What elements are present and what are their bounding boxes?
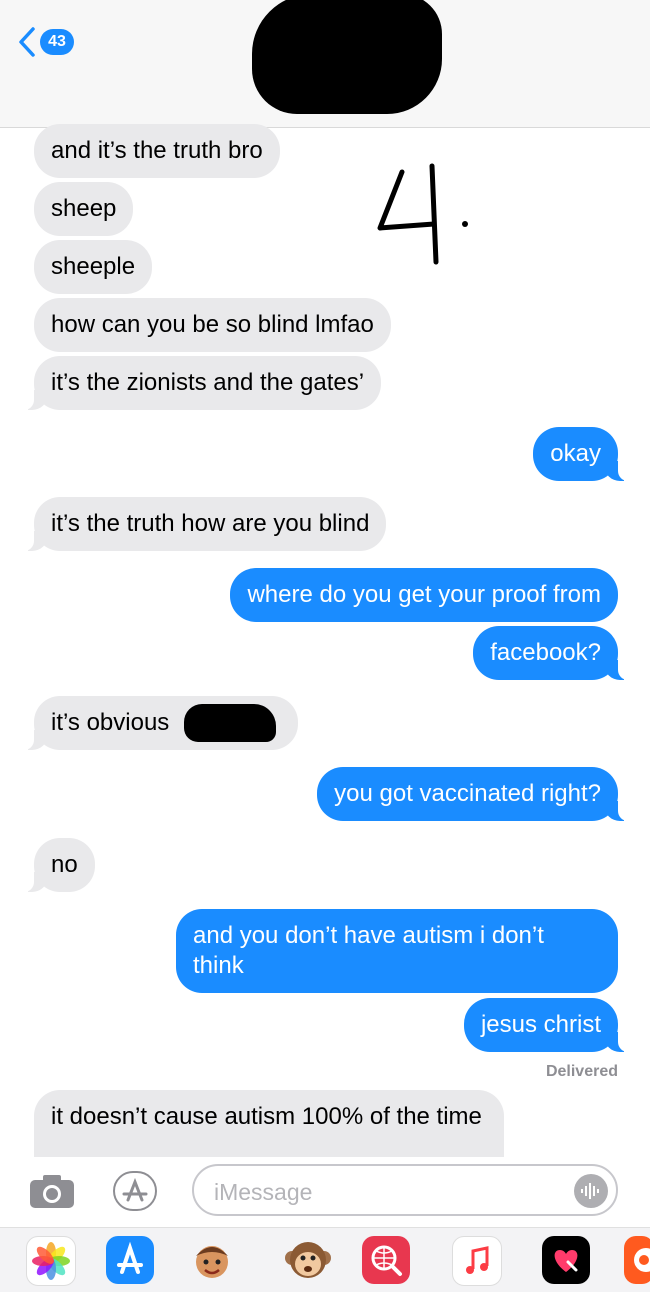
message-received: it’s the zionists and the gates’ (23, 356, 382, 410)
audio-record-button[interactable] (574, 1174, 608, 1208)
message-received: it’s the truth how are you blind (23, 497, 387, 551)
message-received: it doesn’t cause autism 100% of the time (34, 1090, 504, 1160)
handwritten-annotation (377, 163, 468, 265)
message-received: sheep (34, 182, 134, 236)
app-icon[interactable] (624, 1236, 650, 1284)
message-received: sheeple (34, 240, 153, 294)
app-store-button-icon[interactable] (110, 1168, 160, 1214)
digital-touch-icon[interactable] (542, 1236, 590, 1284)
waveform-icon (581, 1183, 599, 1199)
photos-icon[interactable] (26, 1236, 76, 1286)
message-received: no (24, 838, 95, 892)
app-store-icon[interactable] (106, 1236, 154, 1284)
message-sent: you got vaccinated right? (317, 767, 628, 821)
message-sent: jesus christ (463, 998, 629, 1052)
web-search-icon[interactable] (362, 1236, 410, 1284)
unread-badge: 43 (40, 29, 74, 55)
memoji-icon[interactable] (186, 1236, 234, 1284)
music-icon[interactable] (452, 1236, 502, 1286)
message-input-placeholder: iMessage (214, 1179, 313, 1205)
message-input[interactable]: iMessage (192, 1164, 618, 1216)
message-received: how can you be so blind lmfao (34, 298, 391, 352)
camera-icon[interactable] (28, 1174, 76, 1210)
redacted-contact (252, 0, 442, 114)
message-sent: and you don’t have autism i don’t think (176, 909, 618, 993)
chevron-left-icon (19, 27, 35, 57)
delivery-status: Delivered (545, 1063, 618, 1080)
message-sent: okay (533, 427, 628, 481)
redacted-name (184, 704, 276, 742)
message-sent: where do you get your proof from (230, 568, 618, 622)
message-sent: facebook? (473, 626, 628, 680)
animoji-icon[interactable] (284, 1236, 332, 1284)
conversation-header: 43 (0, 0, 650, 128)
message-received: and it’s the truth bro (34, 124, 280, 178)
back-button[interactable]: 43 (18, 26, 74, 58)
